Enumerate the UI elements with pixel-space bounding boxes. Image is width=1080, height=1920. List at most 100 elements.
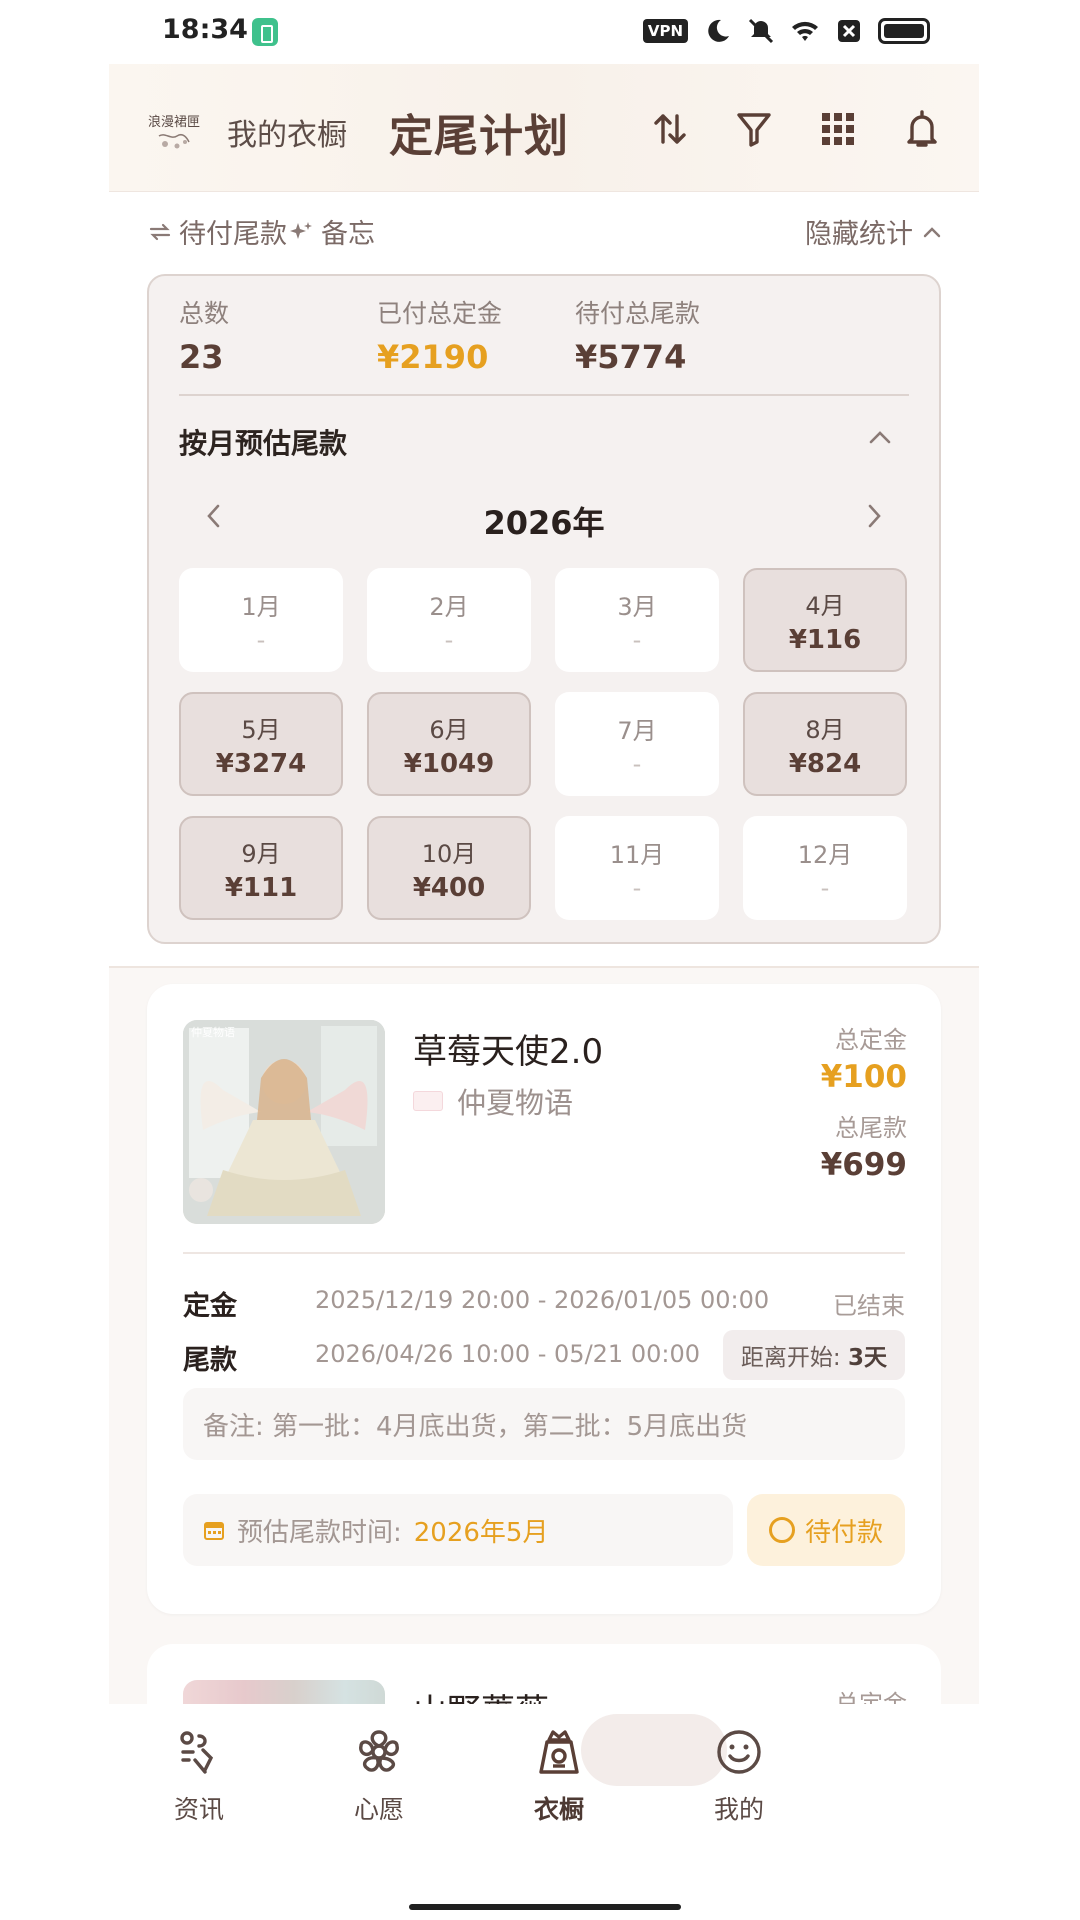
month-cell[interactable]: 3月 - bbox=[555, 568, 719, 672]
month-label: 6月 bbox=[429, 715, 469, 744]
chevron-up-icon bbox=[923, 226, 941, 237]
nav-item-news[interactable]: 资讯 bbox=[109, 1728, 289, 1826]
mute-icon bbox=[748, 18, 774, 44]
toolbar: 待付尾款 备忘 隐藏统计 bbox=[109, 192, 979, 268]
month-amount: ¥400 bbox=[412, 872, 486, 903]
status-bar: 18:34 VPN bbox=[0, 0, 1080, 64]
estimated-balance-time: 预估尾款时间: 2026年5月 bbox=[183, 1494, 733, 1566]
circle-icon bbox=[768, 1517, 795, 1543]
pending-payment-button[interactable]: 待付款 bbox=[747, 1494, 905, 1566]
status-time: 18:34 bbox=[162, 14, 248, 45]
hide-stats-label: 隐藏统计 bbox=[805, 219, 913, 250]
pending-payment-label: 待付款 bbox=[804, 1517, 883, 1548]
vpn-icon: VPN bbox=[642, 19, 688, 43]
app-bar: 浪漫裙匣 我的衣橱 定尾计划 bbox=[109, 64, 979, 192]
month-cell[interactable]: 9月 ¥111 bbox=[179, 816, 343, 920]
app-content: 浪漫裙匣 我的衣橱 定尾计划 待付尾款 备忘 隐藏统计 总数 23 已付总定金 … bbox=[109, 64, 979, 1920]
total-deposit: 总定金 ¥100 bbox=[821, 1020, 907, 1095]
month-cell[interactable]: 6月 ¥1049 bbox=[367, 692, 531, 796]
nav-item-wardrobe[interactable]: 衣橱 bbox=[469, 1728, 649, 1826]
year-label: 2026年 bbox=[483, 504, 605, 542]
collapse-monthly-button[interactable] bbox=[867, 428, 893, 450]
month-label: 4月 bbox=[805, 591, 845, 620]
pending-balance-filter[interactable]: 待付尾款 bbox=[149, 212, 287, 251]
nav-item-me[interactable]: 我的 bbox=[649, 1728, 829, 1826]
brand-name: 仲夏物语 bbox=[457, 1086, 574, 1120]
month-cell[interactable]: 7月 - bbox=[555, 692, 719, 796]
month-cell[interactable]: 1月 - bbox=[179, 568, 343, 672]
stat-paid-deposit-value: ¥2190 bbox=[377, 338, 489, 376]
phone-screen: 18:34 VPN 浪漫裙匣 我的衣橱 定尾计划 待付尾款 备忘 隐藏统计 总数… bbox=[0, 0, 1080, 1920]
month-cell[interactable]: 10月 ¥400 bbox=[367, 816, 531, 920]
moon-icon bbox=[708, 19, 729, 42]
month-cell[interactable]: 8月 ¥824 bbox=[743, 692, 907, 796]
item-thumbnail: 仲夏物语 bbox=[183, 1020, 385, 1224]
month-label: 11月 bbox=[609, 840, 665, 869]
month-amount: ¥116 bbox=[788, 624, 862, 655]
memo-label: 备忘 bbox=[321, 219, 375, 250]
chevron-right-icon bbox=[868, 504, 881, 528]
deposit-period-dates: 2025/12/19 20:00 - 2026/01/05 00:00 bbox=[315, 1286, 770, 1314]
month-cell[interactable]: 11月 - bbox=[555, 816, 719, 920]
nav-item-wish[interactable]: 心愿 bbox=[289, 1728, 469, 1826]
stat-total: 总数 23 bbox=[179, 294, 229, 376]
chevron-up-icon bbox=[869, 431, 891, 444]
filter-icon bbox=[737, 113, 771, 147]
notifications-button[interactable] bbox=[901, 108, 943, 150]
battery-saver-icon bbox=[252, 18, 278, 46]
estimated-time-label: 预估尾款时间: bbox=[237, 1517, 402, 1548]
bottom-nav: 资讯 心愿 衣橱 我的 bbox=[109, 1704, 979, 1920]
sort-button[interactable] bbox=[649, 108, 691, 150]
brand-logo[interactable]: 浪漫裙匣 bbox=[147, 104, 201, 158]
item-note: 备注: 第一批：4月底出货，第二批：5月底出货 bbox=[183, 1388, 905, 1460]
brand-logo-icon bbox=[413, 1091, 443, 1111]
nav-label-wardrobe: 衣橱 bbox=[533, 1795, 584, 1824]
month-grid: 1月 - 2月 - 3月 - 4月 ¥116 5月 ¥3274 6月 ¥1049 7月 - 8月 ¥824 9月… bbox=[179, 568, 913, 920]
deposit-period-label: 定金 bbox=[183, 1291, 237, 1322]
wardrobe-tab[interactable]: 我的衣橱 bbox=[227, 110, 347, 154]
flower-icon bbox=[359, 1730, 399, 1772]
item-name: 草莓天使2.0 bbox=[413, 1032, 604, 1072]
battery-icon bbox=[878, 18, 930, 44]
month-cell[interactable]: 5月 ¥3274 bbox=[179, 692, 343, 796]
grid-view-button[interactable] bbox=[817, 108, 859, 150]
stat-total-label: 总数 bbox=[179, 299, 230, 328]
month-amount: - bbox=[444, 625, 454, 654]
month-label: 10月 bbox=[421, 839, 477, 868]
year-switcher: 2026年 bbox=[179, 496, 909, 546]
month-cell[interactable]: 4月 ¥116 bbox=[743, 568, 907, 672]
month-cell[interactable]: 12月 - bbox=[743, 816, 907, 920]
month-label: 2月 bbox=[429, 592, 469, 621]
memo-button[interactable]: 备忘 bbox=[289, 212, 375, 251]
total-balance-value: ¥699 bbox=[820, 1147, 907, 1183]
sort-icon bbox=[654, 114, 686, 144]
monthly-estimate-title: 按月预估尾款 bbox=[179, 427, 348, 460]
filter-button[interactable] bbox=[733, 108, 775, 150]
countdown-label: 距离开始: bbox=[740, 1345, 841, 1371]
svg-text:浪漫裙匣: 浪漫裙匣 bbox=[148, 115, 200, 130]
total-deposit-value: ¥100 bbox=[820, 1059, 907, 1095]
brand-row: 仲夏物语 bbox=[413, 1080, 573, 1122]
next-year-button[interactable] bbox=[865, 502, 883, 534]
stats-card: 总数 23 已付总定金 ¥2190 待付总尾款 ¥5774 按月预估尾款 202… bbox=[147, 274, 941, 944]
countdown-badge: 距离开始: 3天 bbox=[722, 1330, 905, 1380]
balance-period-dates: 2026/04/26 10:00 - 05/21 00:00 bbox=[315, 1340, 700, 1368]
stat-pending-balance-label: 待付总尾款 bbox=[575, 299, 701, 328]
calendar-icon bbox=[204, 1522, 224, 1540]
month-amount: - bbox=[632, 873, 642, 902]
dress-photo: 仲夏物语 bbox=[183, 1020, 385, 1224]
stat-total-value: 23 bbox=[179, 338, 224, 376]
hide-stats-toggle[interactable]: 隐藏统计 bbox=[805, 212, 943, 251]
smile-icon bbox=[717, 1730, 761, 1774]
wardrobe-icon bbox=[539, 1730, 579, 1774]
month-label: 8月 bbox=[805, 715, 845, 744]
home-indicator[interactable] bbox=[409, 1904, 681, 1910]
sparkle-icon bbox=[290, 221, 312, 239]
balance-period-row: 尾款 2026/04/26 10:00 - 05/21 00:00 距离开始: … bbox=[183, 1330, 905, 1380]
plan-card[interactable]: 仲夏物语 草莓天使2.0 仲夏物语 总定金 ¥100 总尾款 ¥699 定金 2… bbox=[147, 984, 941, 1614]
nav-label-news: 资讯 bbox=[173, 1795, 224, 1824]
month-cell[interactable]: 2月 - bbox=[367, 568, 531, 672]
no-sim-icon bbox=[838, 20, 860, 42]
countdown-value: 3天 bbox=[847, 1345, 887, 1371]
stats-divider bbox=[179, 394, 909, 396]
